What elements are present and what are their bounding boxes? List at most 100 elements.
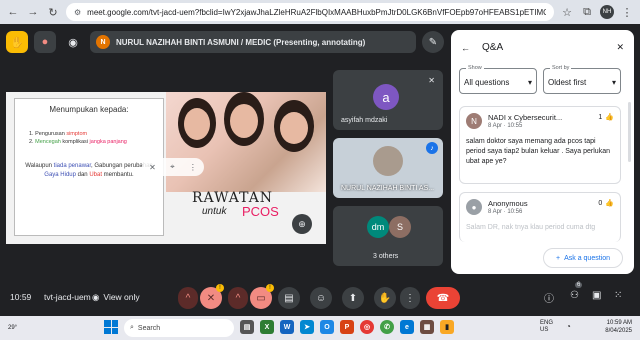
shared-slide: Menumpukan kepada: 1. Pengurusan simptom… (6, 92, 326, 244)
windows-start-icon[interactable] (104, 320, 118, 334)
mic-off-icon[interactable]: ✕ (149, 163, 156, 172)
profile-avatar[interactable]: NH (600, 5, 614, 19)
participant-name: asyifah mdzaki (341, 117, 388, 124)
question-card: N NADI x Cybersecurit... 8 Apr · 10:55 1… (459, 106, 621, 184)
qa-panel: ← Q&A ✕ Show All questions ▾ Sort by Olde… (451, 30, 634, 274)
sort-value: Oldest first (548, 78, 587, 87)
slide-title-pcos: PCOS (242, 204, 279, 219)
reload-icon[interactable]: ↻ (46, 5, 60, 19)
sort-select[interactable]: Sort by Oldest first ▾ (543, 65, 621, 94)
weather-widget[interactable]: 29° (8, 325, 17, 331)
warning-icon: ! (266, 284, 274, 292)
show-filter-select[interactable]: Show All questions ▾ (459, 65, 537, 94)
language-indicator[interactable]: ENG US (540, 320, 553, 334)
scrollbar[interactable] (628, 102, 631, 162)
slide-heading: Menumpukan kepada: (49, 105, 129, 114)
ask-question-label: Ask a question (564, 254, 610, 262)
meeting-info-icon[interactable]: ⓘ (544, 290, 554, 305)
taskbar-search[interactable]: ⌕ Search (124, 319, 234, 337)
audio-options-chevron[interactable]: ^ (178, 287, 198, 309)
view-only-indicator: ◉ View only (92, 291, 140, 303)
captions-button[interactable]: ▤ (278, 287, 300, 309)
back-arrow-icon[interactable]: ← (461, 43, 470, 53)
leave-call-button[interactable]: ☎ (426, 287, 460, 309)
menu-kebab-icon[interactable]: ⋮ (620, 5, 634, 19)
edge-icon[interactable]: e (400, 320, 414, 334)
back-icon[interactable]: ← (6, 5, 20, 19)
telegram-icon[interactable]: ➤ (300, 320, 314, 334)
present-screen-button[interactable]: ⬆ (342, 287, 364, 309)
address-bar[interactable]: ⚙ meet.google.com/tvt-jacd-uem?fbclid=Iw… (66, 3, 554, 21)
meet-top-controls: ✋ ● ◉ (6, 30, 84, 54)
others-tile[interactable]: dm S 3 others (333, 206, 443, 266)
people-icon[interactable]: ⚇ (570, 290, 579, 301)
activities-icon[interactable]: ⁙ (614, 290, 622, 301)
raise-hand-button[interactable]: ✋ (374, 287, 396, 309)
site-info-icon[interactable]: ⚙ (74, 8, 81, 17)
participant-tile-video[interactable]: ♪ NURUL NAZIHAH BINTI AS... (333, 138, 443, 198)
bookmark-star-icon[interactable]: ☆ (560, 5, 574, 19)
meeting-clock: 10:59 (10, 292, 32, 302)
participant-name: NURUL NAZIHAH BINTI AS... (341, 185, 435, 192)
question-card: ● Anonymous 8 Apr · 10:56 0 👍 Salam DR, n… (459, 192, 621, 242)
chrome-icon[interactable]: ◎ (360, 320, 374, 334)
avatar: dm (367, 216, 389, 238)
show-value: All questions (464, 78, 510, 87)
meeting-code: tvt-jacd-uem (44, 292, 91, 302)
wifi-icon[interactable]: ◔ (566, 322, 571, 331)
question-time: 8 Apr · 10:55 (488, 123, 523, 129)
excel-icon[interactable]: X (260, 320, 274, 334)
powerpoint-icon[interactable]: P (340, 320, 354, 334)
question-text: salam doktor saya memang ada pcos tapi p… (466, 138, 610, 165)
thumbs-up-icon: 👍 (605, 114, 614, 121)
qa-header: ← Q&A ✕ (461, 42, 624, 53)
search-icon: ⌕ (130, 324, 134, 331)
question-author: NADI x Cybersecurit... (488, 113, 563, 122)
upvote-button[interactable]: 1 👍 (598, 113, 614, 122)
upvote-button[interactable]: 0 👍 (598, 199, 614, 208)
whatsapp-icon[interactable]: ✆ (380, 320, 394, 334)
forward-icon[interactable]: → (26, 5, 40, 19)
pin-icon[interactable]: ⌖ (170, 162, 175, 172)
more-options-icon[interactable]: ⋮ (189, 163, 197, 172)
search-placeholder: Search (137, 324, 161, 332)
file-explorer-icon[interactable]: ▤ (240, 320, 254, 334)
sticky-notes-icon[interactable]: ▮ (440, 320, 454, 334)
app-icon[interactable]: ▦ (420, 320, 434, 334)
eye-icon[interactable]: ◉ (62, 31, 84, 53)
tile-hover-controls: ✕ ⌖ ⋮ (142, 158, 204, 176)
others-label: 3 others (373, 253, 399, 260)
chevron-down-icon: ▾ (611, 78, 616, 87)
more-options-button[interactable]: ⋮ (400, 287, 420, 309)
chat-icon[interactable]: ▣ (592, 290, 601, 301)
hand-raise-banner-icon[interactable]: ✋ (6, 31, 28, 53)
presenting-text: NURUL NAZIHAH BINTI ASMUNI / MEDIC (Pres… (116, 37, 366, 47)
outlook-icon[interactable]: O (320, 320, 334, 334)
slide-photo-women (166, 92, 326, 192)
annotate-pen-icon[interactable]: ✎ (422, 31, 444, 53)
eye-icon: ◉ (92, 291, 100, 302)
chevron-down-icon: ▾ (527, 78, 532, 87)
emoji-button[interactable]: ☺ (310, 287, 332, 309)
close-icon[interactable]: ✕ (616, 42, 624, 53)
mic-off-icon: ✕ (428, 76, 435, 85)
video-options-chevron[interactable]: ^ (228, 287, 248, 309)
zoom-icon[interactable]: ⊕ (292, 214, 312, 234)
record-icon[interactable]: ● (34, 31, 56, 53)
participant-tile[interactable]: ✕ a asyifah mdzaki (333, 70, 443, 130)
sort-label: Sort by (550, 65, 572, 71)
meet-bottom-bar: 10:59 tvt-jacd-uem ◉ View only ^ ✕! ^ ▭! … (0, 282, 640, 312)
word-icon[interactable]: W (280, 320, 294, 334)
question-text: Salam DR, nak tnya klau period cuma dtg (466, 224, 596, 231)
url-text: meet.google.com/tvt-jacd-uem?fbclid=IwY2… (87, 7, 546, 17)
mic-off-button[interactable]: ✕! (200, 284, 224, 309)
camera-off-button[interactable]: ▭! (250, 284, 274, 309)
question-author: Anonymous (488, 199, 528, 208)
participant-video-person (373, 146, 403, 176)
ask-question-button[interactable]: + Ask a question (543, 248, 623, 268)
system-clock[interactable]: 10:59 AM 8/04/2025 (605, 319, 632, 335)
presenter-avatar: N (96, 35, 110, 49)
browser-toolbar: ← → ↻ ⚙ meet.google.com/tvt-jacd-uem?fbc… (0, 0, 640, 24)
slide-paragraph: Walaupun tiada penawar, Gabungan perubah… (25, 163, 153, 178)
extensions-icon[interactable]: ⧉ (580, 5, 594, 19)
